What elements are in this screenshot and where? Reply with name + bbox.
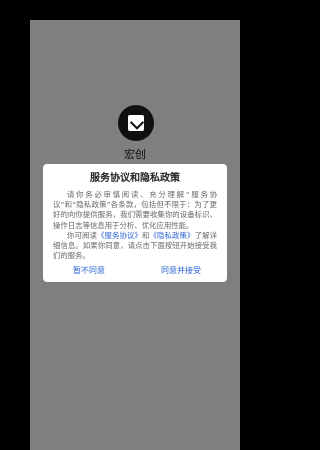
service-agreement-link[interactable]: 《服务协议》 [97, 231, 142, 240]
logo-mark [128, 115, 144, 131]
app-name: 宏创 [124, 148, 146, 161]
privacy-policy-link[interactable]: 《隐私政策》 [150, 231, 195, 240]
agree-button[interactable]: 同意并接受 [135, 260, 227, 282]
dialog-body: 请你务必审慎阅读、充分理解“服务协议”和“隐私政策”各条款，包括但不限于：为了更… [43, 186, 227, 260]
app-logo-icon [118, 105, 154, 141]
disagree-button[interactable]: 暂不同意 [43, 260, 135, 282]
dialog-actions: 暂不同意 同意并接受 [43, 260, 227, 282]
dialog-paragraph-2: 你可阅读《服务协议》和《隐私政策》了解详细信息。如果你同意，请点击下面按钮开始接… [53, 231, 217, 260]
p2-and: 和 [142, 230, 150, 240]
status-bar [30, 0, 240, 20]
dialog-title: 服务协议和隐私政策 [90, 173, 180, 184]
p2-prefix: 你可阅读 [67, 230, 98, 240]
dialog-paragraph-1: 请你务必审慎阅读、充分理解“服务协议”和“隐私政策”各条款，包括但不限于：为了更… [53, 190, 217, 230]
privacy-dialog: 服务协议和隐私政策 请你务必审慎阅读、充分理解“服务协议”和“隐私政策”各条款，… [43, 164, 227, 282]
